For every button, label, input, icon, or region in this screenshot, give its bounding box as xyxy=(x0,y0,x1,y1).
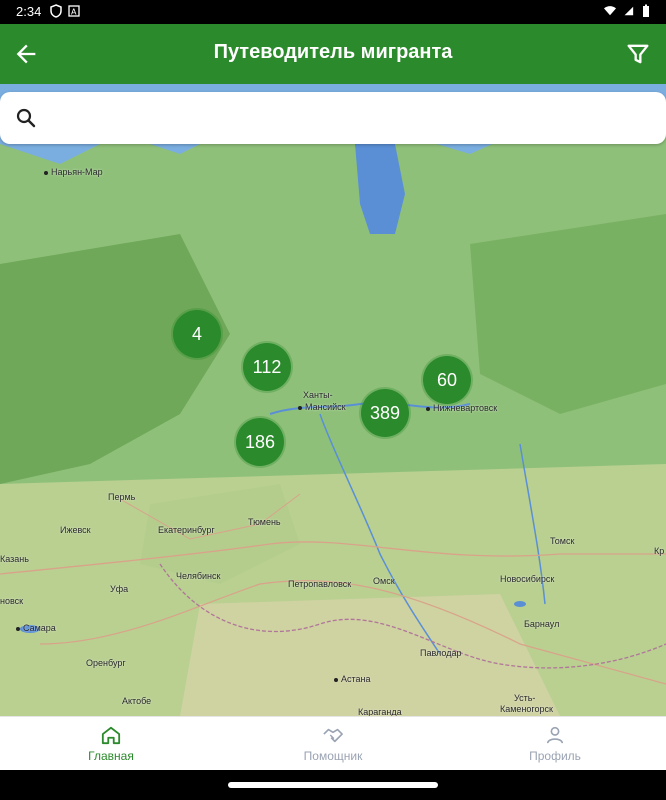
page-title: Путеводитель мигранта xyxy=(213,41,453,63)
city-perm: Пермь xyxy=(108,492,136,502)
map-cluster-marker[interactable]: 60 xyxy=(423,356,471,404)
battery-icon xyxy=(643,4,649,17)
nav-label-profile: Профиль xyxy=(529,749,581,763)
city-astana: Астана xyxy=(334,674,371,684)
signal-icon xyxy=(624,6,634,16)
filter-icon[interactable] xyxy=(624,40,652,68)
nav-item-home[interactable]: Главная xyxy=(0,723,222,771)
city-novosibirsk: Новосибирск xyxy=(500,574,555,584)
search-input[interactable] xyxy=(52,102,642,134)
search-bar xyxy=(0,92,666,144)
map-background xyxy=(0,84,666,716)
city-nizhnevartovsk: Нижневартовск xyxy=(426,403,497,413)
city-khanty-line2: Мансийск xyxy=(298,402,346,412)
status-bar: 2:34 A xyxy=(0,0,666,24)
wifi-icon xyxy=(604,6,616,16)
bottom-navigation: Главная Помощник Профиль xyxy=(0,716,666,770)
city-tyumen: Тюмень xyxy=(248,517,281,527)
nav-item-assistant[interactable]: Помощник xyxy=(222,723,444,771)
city-samara: Самара xyxy=(16,623,56,633)
status-icons-right xyxy=(604,4,652,18)
map-cluster-marker[interactable]: 186 xyxy=(236,418,284,466)
city-tomsk: Томск xyxy=(550,536,575,546)
search-icon[interactable] xyxy=(14,106,38,130)
map-cluster-marker[interactable]: 389 xyxy=(361,389,409,437)
svg-text:A: A xyxy=(71,8,77,17)
map-cluster-marker[interactable]: 4 xyxy=(173,310,221,358)
city-kazan: Казань xyxy=(0,554,29,564)
city-karaganda: Караганда xyxy=(358,707,402,716)
map-view[interactable]: Нарьян-Мар Ханты- Мансийск Нижневартовск… xyxy=(0,84,666,716)
shield-icon xyxy=(50,4,62,18)
system-navigation-bar xyxy=(0,770,666,800)
nav-label-assistant: Помощник xyxy=(303,749,363,763)
city-khanty-line1: Ханты- xyxy=(303,390,333,400)
city-aktobe: Актобе xyxy=(122,696,152,706)
person-icon xyxy=(546,726,564,744)
city-ekaterinburg: Екатеринбург xyxy=(158,525,215,535)
city-ust-line2: Каменогорск xyxy=(500,704,553,714)
city-izhevsk: Ижевск xyxy=(60,525,91,535)
status-icons-left: A xyxy=(50,4,80,18)
city-ufa: Уфа xyxy=(110,584,129,594)
city-barnaul: Барнаул xyxy=(524,619,560,629)
app-bar: Путеводитель мигранта xyxy=(0,24,666,84)
city-ust-line1: Усть- xyxy=(514,693,536,703)
handshake-icon xyxy=(323,728,343,743)
city-novgorod: новск xyxy=(0,596,24,606)
nav-label-home: Главная xyxy=(88,749,134,763)
status-time: 2:34 xyxy=(16,4,42,19)
city-kr: Кр xyxy=(654,546,665,556)
city-chelyabinsk: Челябинск xyxy=(176,571,221,581)
city-pavlodar: Павлодар xyxy=(420,648,462,658)
city-petropavlovsk: Петропавловск xyxy=(288,579,352,589)
city-omsk: Омск xyxy=(373,576,395,586)
nav-item-profile[interactable]: Профиль xyxy=(444,723,666,771)
notification-a-icon: A xyxy=(68,5,80,17)
home-icon xyxy=(101,726,121,745)
home-gesture-handle[interactable] xyxy=(228,782,438,788)
city-naryan-mar: Нарьян-Мар xyxy=(44,167,103,177)
map-cluster-marker[interactable]: 112 xyxy=(243,343,291,391)
city-orenburg: Оренбург xyxy=(86,658,126,668)
